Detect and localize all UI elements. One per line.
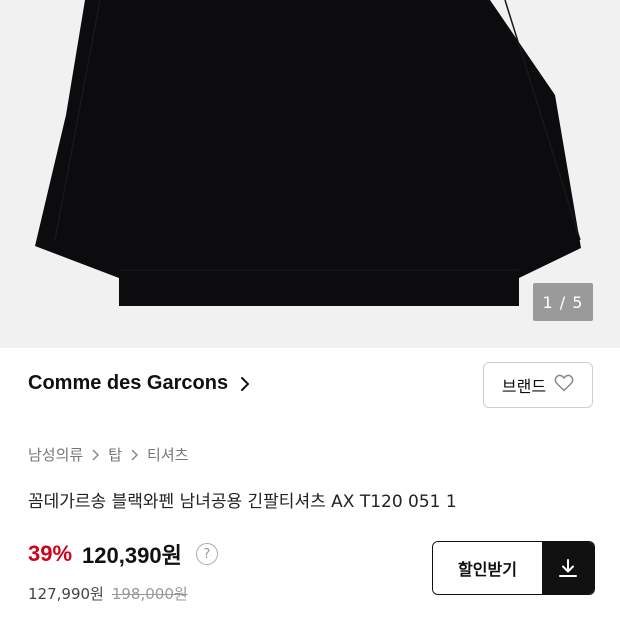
download-icon — [542, 542, 594, 594]
breadcrumb-item-tshirt[interactable]: 티셔츠 — [147, 444, 188, 465]
original-price: 127,990원 — [28, 585, 104, 603]
brand-name: Comme des Garcons — [28, 372, 229, 394]
help-icon[interactable]: ? — [195, 543, 218, 565]
heart-icon — [554, 374, 574, 396]
get-discount-button[interactable]: 할인받기 — [432, 541, 595, 595]
brand-row: Comme des Garcons 브랜드 — [0, 348, 620, 424]
price-row: 39% 120,390원 ? — [28, 538, 218, 570]
product-title: 꼼데가르송 블랙와펜 남녀공용 긴팔티셔츠 AX T120 051 1 — [28, 492, 457, 512]
get-discount-label: 할인받기 — [433, 542, 542, 594]
brand-link[interactable]: Comme des Garcons — [28, 372, 250, 395]
list-price: 198,000원 — [111, 585, 188, 603]
breadcrumb-item-top[interactable]: 탑 — [108, 444, 122, 465]
chevron-right-icon — [240, 376, 250, 392]
breadcrumb-item-mens-clothing[interactable]: 남성의류 — [28, 444, 83, 465]
product-image-gallery[interactable]: 1 / 5 — [0, 0, 620, 348]
discount-rate: 39% — [28, 541, 73, 566]
sub-prices: 127,990원 198,000원 — [28, 583, 188, 604]
sale-price: 120,390원 — [82, 543, 182, 568]
breadcrumb: 남성의류 탑 티셔츠 — [28, 444, 188, 465]
brand-like-button[interactable]: 브랜드 — [483, 362, 593, 408]
chevron-right-icon — [131, 448, 139, 461]
chevron-right-icon — [92, 448, 100, 461]
brand-button-label: 브랜드 — [501, 377, 547, 396]
image-counter: 1 / 5 — [533, 283, 593, 321]
product-image — [35, 0, 581, 306]
